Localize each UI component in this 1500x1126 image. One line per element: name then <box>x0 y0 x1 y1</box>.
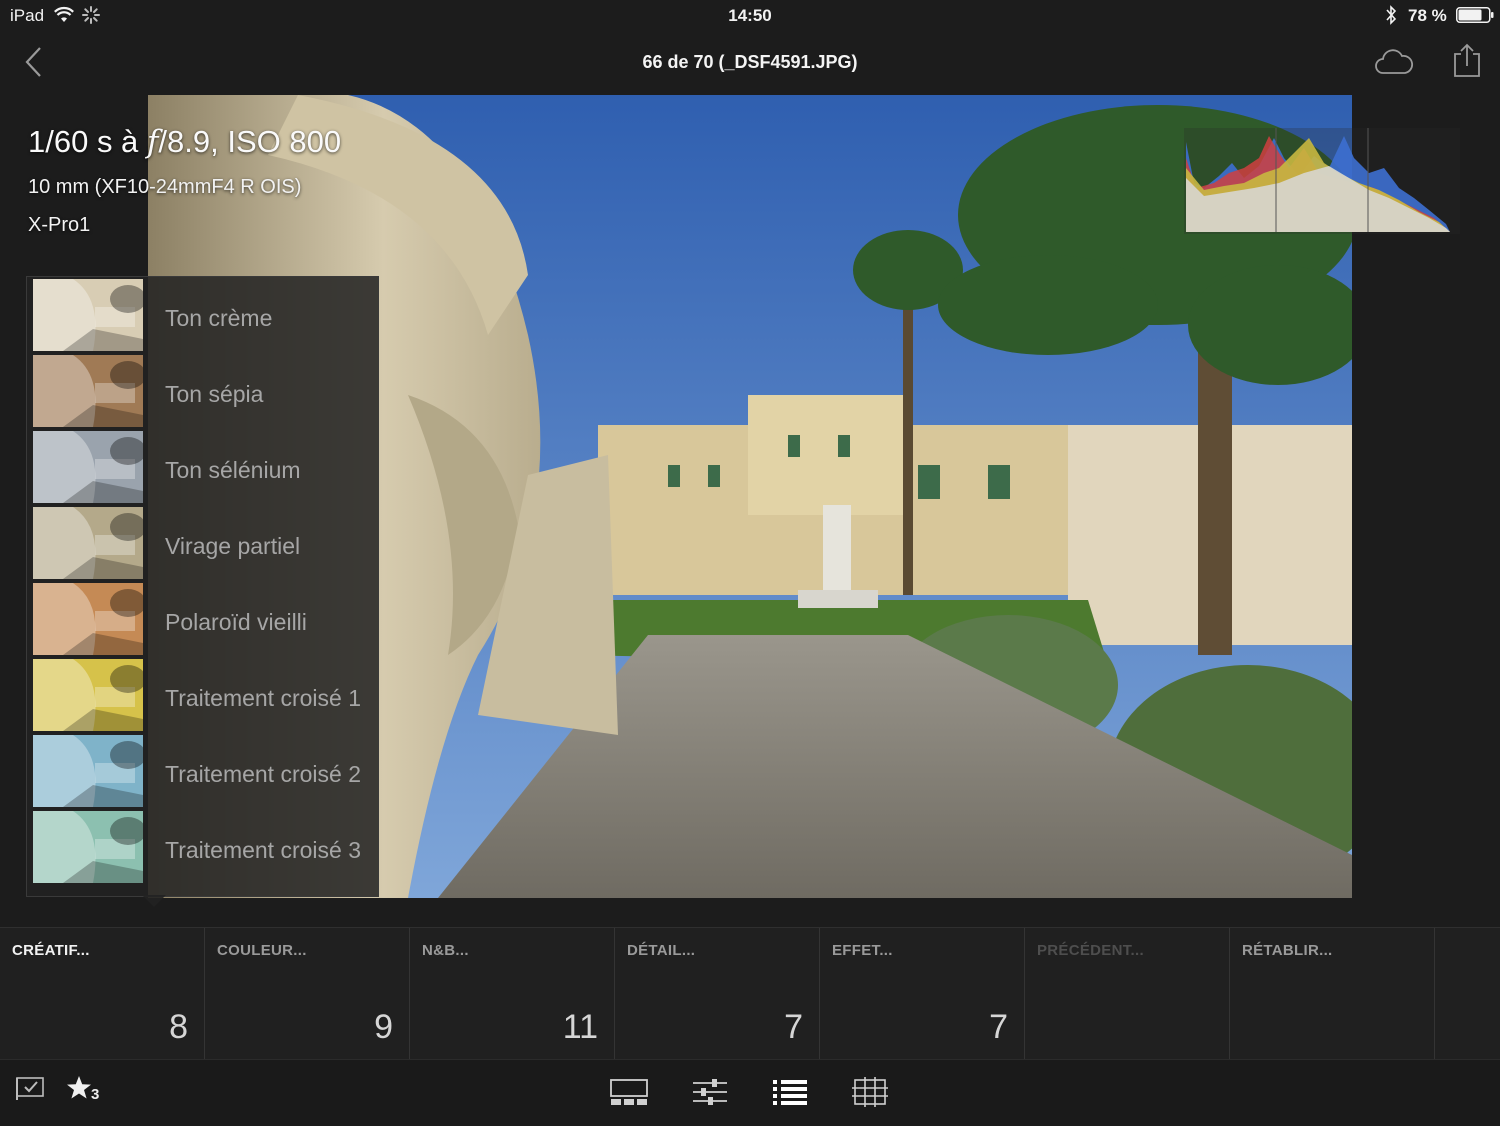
category-label: EFFET... <box>832 942 893 959</box>
preset-item[interactable]: Traitement croisé 3 <box>27 809 378 885</box>
share-button[interactable] <box>1450 42 1484 80</box>
exif-lens: 10 mm (XF10-24mmF4 R OIS) <box>28 176 302 198</box>
bottom-toolbar <box>0 1059 1500 1126</box>
popover-arrow <box>142 895 166 907</box>
category-label: COULEUR... <box>217 942 307 959</box>
bluetooth-icon <box>1386 5 1397 25</box>
category-count: 7 <box>784 1008 803 1046</box>
preset-thumbnail <box>33 279 143 351</box>
preset-label: Virage partiel <box>165 533 301 559</box>
star-icon[interactable] <box>66 1075 92 1101</box>
preset-item[interactable]: Virage partiel <box>27 505 378 581</box>
preset-item[interactable]: Traitement croisé 1 <box>27 657 378 733</box>
preset-thumbnail <box>33 811 143 883</box>
exif-exposure: 1/60 s à f/8.9, ISO 800 <box>28 124 341 160</box>
category-label: CRÉATIF... <box>12 942 90 959</box>
clock: 14:50 <box>728 6 772 25</box>
photo-title: 66 de 70 (_DSF4591.JPG) <box>642 52 858 72</box>
preset-item[interactable]: Ton sélénium <box>27 429 378 505</box>
battery-percent: 78 % <box>1408 6 1447 25</box>
preset-label: Ton crème <box>165 305 273 331</box>
presets-list-icon[interactable] <box>772 1078 808 1106</box>
category-count: 9 <box>374 1008 393 1046</box>
preset-label: Traitement croisé 3 <box>165 837 361 863</box>
category-label: DÉTAIL... <box>627 942 696 959</box>
exif-aperture-f: f <box>146 124 159 160</box>
crop-grid-icon[interactable] <box>852 1077 888 1107</box>
status-bar: iPad 14:50 78 % <box>0 0 1500 32</box>
preset-label: Traitement croisé 1 <box>165 685 361 711</box>
category-tab[interactable]: DÉTAIL... 7 <box>615 928 820 1059</box>
preset-thumbnail <box>33 355 143 427</box>
category-label: N&B... <box>422 942 469 959</box>
category-tab[interactable]: CRÉATIF... 8 <box>0 928 205 1059</box>
filmstrip-icon[interactable] <box>610 1078 648 1106</box>
category-count: 11 <box>562 1008 598 1046</box>
histogram <box>1184 128 1460 234</box>
preset-thumbnail <box>33 659 143 731</box>
preset-label: Ton sépia <box>165 381 264 407</box>
preset-item[interactable]: Traitement croisé 2 <box>27 733 378 809</box>
preset-item[interactable]: Polaroïd vieilli <box>27 581 378 657</box>
flag-icon[interactable] <box>16 1076 48 1100</box>
preset-label: Ton sélénium <box>165 457 301 483</box>
battery-icon <box>1456 7 1494 23</box>
category-label: PRÉCÉDENT... <box>1037 942 1144 959</box>
preset-label: Traitement croisé 2 <box>165 761 361 787</box>
presets-popover: Ton crème Ton sépia Ton sélénium Virage par… <box>26 276 379 897</box>
preset-thumbnail <box>33 507 143 579</box>
category-count: 7 <box>989 1008 1008 1046</box>
exif-shutter-speed: 1/60 s à <box>28 124 147 159</box>
star-rating-count: 3 <box>91 1086 100 1103</box>
exif-aperture-iso: /8.9, ISO 800 <box>158 124 342 159</box>
exif-camera: X-Pro1 <box>28 214 91 236</box>
preset-thumbnail <box>33 735 143 807</box>
preset-category-bar: CRÉATIF... 8 COULEUR... 9 N&B... 11 DÉTAIL... 7… <box>0 927 1500 1060</box>
category-tab[interactable]: EFFET... 7 <box>820 928 1025 1059</box>
preset-item[interactable]: Ton sépia <box>27 353 378 429</box>
adjust-sliders-icon[interactable] <box>692 1078 728 1106</box>
category-label: RÉTABLIR... <box>1242 942 1333 959</box>
preset-item[interactable]: Ton crème <box>27 277 378 353</box>
preset-thumbnail <box>33 431 143 503</box>
category-tab: PRÉCÉDENT... <box>1025 928 1230 1059</box>
preset-thumbnail <box>33 583 143 655</box>
category-count: 8 <box>169 1008 188 1046</box>
cloud-sync-button[interactable] <box>1374 44 1414 80</box>
cloud-icon <box>1375 49 1413 74</box>
category-tab[interactable]: N&B... 11 <box>410 928 615 1059</box>
category-tab[interactable]: RÉTABLIR... <box>1230 928 1435 1059</box>
share-icon <box>1454 43 1480 77</box>
category-tab[interactable]: COULEUR... 9 <box>205 928 410 1059</box>
preset-label: Polaroïd vieilli <box>165 609 307 635</box>
